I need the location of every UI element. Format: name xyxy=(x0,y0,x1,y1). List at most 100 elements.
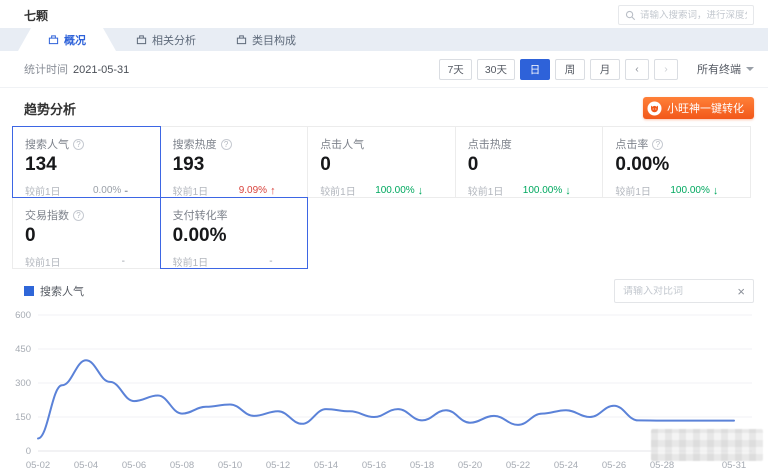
tab-label: 类目构成 xyxy=(252,32,296,48)
metric-card-支付转化率[interactable]: 支付转化率0.00%较前1日- xyxy=(160,197,309,269)
info-icon[interactable]: ? xyxy=(652,139,663,150)
metric-change: 0.00%- xyxy=(93,185,128,197)
compare-period-label: 较前1日 xyxy=(25,183,61,198)
svg-text:05-31: 05-31 xyxy=(722,460,746,470)
range-day-button[interactable]: 日 xyxy=(520,59,550,80)
metric-cards-row-2: 交易指数?0较前1日-支付转化率0.00%较前1日- xyxy=(12,197,755,269)
metric-label: 点击率? xyxy=(615,136,738,152)
info-icon[interactable]: ? xyxy=(73,139,84,150)
svg-text:600: 600 xyxy=(15,310,31,321)
metric-label: 支付转化率 xyxy=(173,207,296,223)
metric-label: 搜索人气? xyxy=(25,136,148,152)
trend-down-icon: ↓ xyxy=(565,185,571,197)
svg-text:150: 150 xyxy=(15,412,31,423)
metric-label: 点击人气 xyxy=(320,136,443,152)
compare-period-label: 较前1日 xyxy=(25,254,61,269)
metric-value: 134 xyxy=(25,154,148,176)
metric-card-交易指数[interactable]: 交易指数?0较前1日- xyxy=(12,197,161,269)
next-period-button[interactable]: › xyxy=(654,59,678,80)
search-icon xyxy=(625,10,636,21)
search-input[interactable] xyxy=(640,10,747,21)
cta-label: 小旺神一键转化 xyxy=(667,100,744,116)
info-icon[interactable]: ? xyxy=(221,139,232,150)
tab-label: 相关分析 xyxy=(152,32,196,48)
svg-text:05-28: 05-28 xyxy=(650,460,674,470)
compare-word-box[interactable]: × xyxy=(614,279,754,303)
trend-down-icon: ↓ xyxy=(713,185,719,197)
metric-value: 0 xyxy=(320,154,443,176)
range-week-button[interactable]: 周 xyxy=(555,59,585,80)
chevron-down-icon xyxy=(746,67,754,75)
svg-text:05-08: 05-08 xyxy=(170,460,194,470)
close-icon[interactable]: × xyxy=(737,285,745,298)
range-30d-button[interactable]: 30天 xyxy=(477,59,515,80)
tab-related-analysis[interactable]: 相关分析 xyxy=(116,28,216,51)
top-header: 七颗 xyxy=(0,0,768,28)
prev-period-button[interactable]: ‹ xyxy=(625,59,649,80)
one-key-convert-button[interactable]: 小旺神一键转化 xyxy=(643,97,754,119)
metric-card-点击人气[interactable]: 点击人气 0 较前1日 100.00%↓ xyxy=(307,126,456,198)
chart-legend: 搜索人气 xyxy=(24,283,84,299)
metric-cards: 搜索人气?134较前1日0.00%-搜索热度?193较前1日9.09%↑点击人气… xyxy=(12,126,755,269)
trend-chart-area: 0 150 300 450 600 05-02 05-04 05-06 05-08 05-10 05… xyxy=(0,307,768,470)
range-month-button[interactable]: 月 xyxy=(590,59,620,80)
box-icon xyxy=(136,34,147,45)
metric-value: 0 xyxy=(25,225,148,247)
metric-label: 交易指数? xyxy=(25,207,148,223)
metric-label: 搜索热度? xyxy=(173,136,296,152)
svg-text:05-06: 05-06 xyxy=(122,460,146,470)
trend-up-icon: ↑ xyxy=(270,185,276,197)
chart-header: 搜索人气 × xyxy=(0,269,768,303)
stat-time-label: 统计时间 xyxy=(24,64,68,76)
svg-text:05-20: 05-20 xyxy=(458,460,482,470)
box-icon xyxy=(236,34,247,45)
compare-period-label: 较前1日 xyxy=(173,254,209,269)
range-7d-button[interactable]: 7天 xyxy=(439,59,471,80)
mosaic-watermark xyxy=(651,429,763,461)
legend-label: 搜索人气 xyxy=(40,283,84,299)
page-title: 七颗 xyxy=(24,7,48,24)
box-icon xyxy=(48,34,59,45)
svg-text:05-22: 05-22 xyxy=(506,460,530,470)
metric-cards-row-1: 搜索人气?134较前1日0.00%-搜索热度?193较前1日9.09%↑点击人气… xyxy=(12,126,755,198)
terminal-dropdown[interactable]: 所有终端 xyxy=(697,61,754,77)
trend-down-icon: ↓ xyxy=(418,185,424,197)
section-title: 趋势分析 xyxy=(24,99,76,118)
metric-card-搜索热度[interactable]: 搜索热度?193较前1日9.09%↑ xyxy=(160,126,309,198)
metric-label: 点击热度 xyxy=(468,136,591,152)
tab-bar: 概况 相关分析 类目构成 xyxy=(0,28,768,51)
info-icon[interactable]: ? xyxy=(73,210,84,221)
metric-change: 100.00%↓ xyxy=(670,185,718,197)
stats-toolbar: 统计时间 2021-05-31 7天 30天 日 周 月 ‹ › 所有终端 xyxy=(0,51,768,88)
metric-value: 0.00% xyxy=(615,154,738,176)
svg-text:05-04: 05-04 xyxy=(74,460,98,470)
tab-category-composition[interactable]: 类目构成 xyxy=(216,28,316,51)
svg-text:05-10: 05-10 xyxy=(218,460,242,470)
tab-label: 概况 xyxy=(64,32,86,48)
svg-text:05-26: 05-26 xyxy=(602,460,626,470)
trend-flat-icon: - xyxy=(124,185,128,197)
svg-text:05-18: 05-18 xyxy=(410,460,434,470)
compare-period-label: 较前1日 xyxy=(320,183,356,198)
terminal-dropdown-value: 所有终端 xyxy=(697,61,741,77)
svg-text:05-16: 05-16 xyxy=(362,460,386,470)
tab-overview[interactable]: 概况 xyxy=(18,28,116,51)
metric-change: - xyxy=(269,256,275,267)
keyword-search-box[interactable] xyxy=(618,5,754,25)
trend-section-header: 趋势分析 小旺神一键转化 xyxy=(0,88,768,126)
svg-text:05-02: 05-02 xyxy=(26,460,50,470)
compare-period-label: 较前1日 xyxy=(173,183,209,198)
metric-value: 193 xyxy=(173,154,296,176)
svg-text:300: 300 xyxy=(15,378,31,389)
svg-text:0: 0 xyxy=(26,446,31,457)
metric-card-点击率[interactable]: 点击率?0.00%较前1日100.00%↓ xyxy=(602,126,751,198)
metric-change: 100.00%↓ xyxy=(523,185,571,197)
metric-card-点击热度[interactable]: 点击热度0较前1日100.00%↓ xyxy=(455,126,604,198)
compare-word-input[interactable] xyxy=(623,286,737,297)
metric-card-搜索人气[interactable]: 搜索人气? 134 较前1日 0.00%- xyxy=(12,126,161,198)
date-range-controls: 7天 30天 日 周 月 ‹ › 所有终端 xyxy=(439,59,754,80)
wangshen-mascot-icon xyxy=(647,101,662,116)
stat-time-value: 2021-05-31 xyxy=(73,64,129,76)
svg-text:450: 450 xyxy=(15,344,31,355)
metric-change: 100.00%↓ xyxy=(375,185,423,197)
